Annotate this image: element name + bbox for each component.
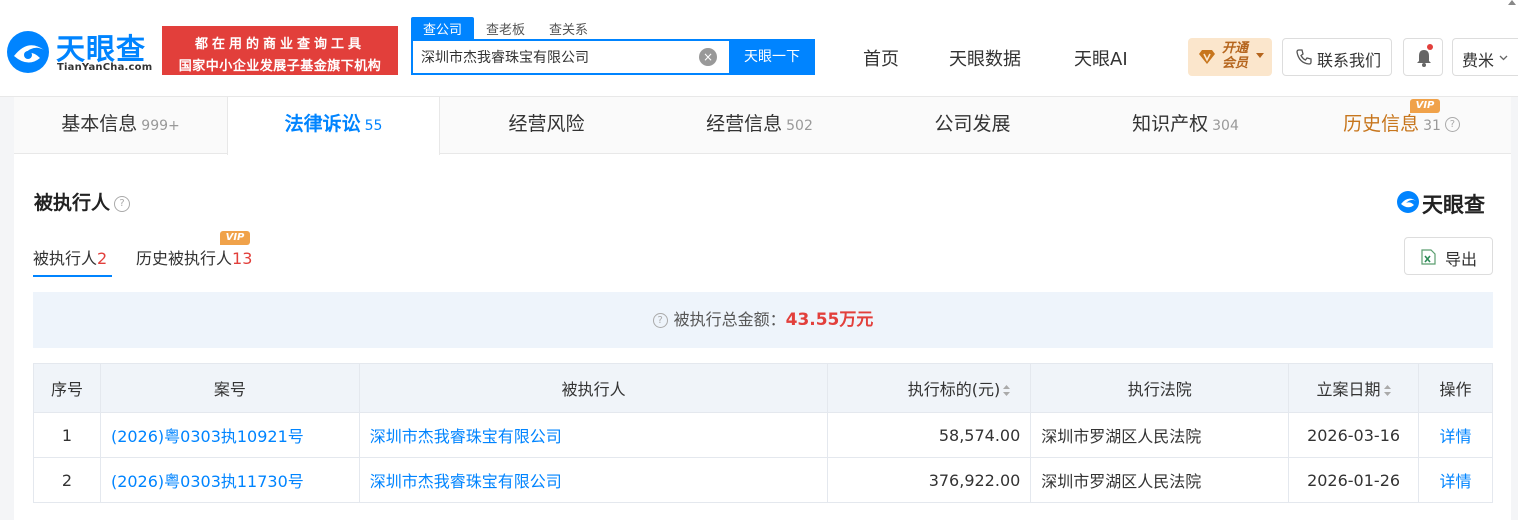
search-box: × <box>411 39 729 75</box>
tab-business-info[interactable]: 经营信息 502 <box>653 97 866 154</box>
chevron-down-icon <box>1499 55 1508 61</box>
detail-link[interactable]: 详情 <box>1418 457 1493 503</box>
excel-icon <box>1421 249 1436 265</box>
search-tab-relation[interactable]: 查关系 <box>537 17 600 39</box>
nav-tianyan-ai[interactable]: 天眼AI <box>1074 45 1128 71</box>
table-row: 1 (2026)粤0303执10921号 深圳市杰我睿珠宝有限公司 58,574… <box>33 412 1493 458</box>
chevron-down-icon <box>1256 53 1264 58</box>
subtab-executed-person[interactable]: 被执行人2 <box>33 245 107 269</box>
col-header-no: 序号 <box>33 363 101 413</box>
row-no: 1 <box>33 412 101 458</box>
username: 费米 <box>1462 51 1495 70</box>
case-number-link[interactable]: (2026)粤0303执10921号 <box>99 412 360 458</box>
table-header-row: 序号 案号 被执行人 执行标的(元) 执行法院 立案日期 操作 <box>33 363 1493 413</box>
sort-icon <box>1003 385 1011 396</box>
vip-label: 开通 会员 <box>1222 41 1249 71</box>
logo-domain: TianYanCha.com <box>57 62 153 73</box>
executed-person-table: 序号 案号 被执行人 执行标的(元) 执行法院 立案日期 操作 1 (2026)… <box>33 363 1493 503</box>
filing-date: 2026-03-16 <box>1288 412 1420 458</box>
col-header-action: 操作 <box>1418 363 1493 413</box>
sort-icon <box>1383 385 1391 396</box>
tab-basic-info[interactable]: 基本信息 999+ <box>14 97 227 154</box>
diamond-icon <box>1199 50 1215 64</box>
search-button[interactable]: 天眼一下 <box>729 39 815 75</box>
export-button[interactable]: 导出 <box>1404 237 1493 275</box>
logo-eye-icon <box>1397 191 1419 213</box>
company-tabs: 基本信息 999+ 法律诉讼 55 经营风险 经营信息 502 公司发展 知识产权 30… <box>14 97 1511 155</box>
execution-amount: 376,922.00 <box>827 457 1032 503</box>
section-title: 被执行人? <box>34 188 131 215</box>
table-row: 2 (2026)粤0303执11730号 深圳市杰我睿珠宝有限公司 376,92… <box>33 457 1493 503</box>
col-header-executed-party: 被执行人 <box>358 363 829 413</box>
detail-link[interactable]: 详情 <box>1418 412 1493 458</box>
contact-us-label: 联系我们 <box>1317 51 1382 70</box>
scrollbar-up-arrow[interactable] <box>1508 0 1516 5</box>
bell-icon <box>1417 50 1431 67</box>
executed-party-link[interactable]: 深圳市杰我睿珠宝有限公司 <box>358 412 829 458</box>
court-name: 深圳市罗湖区人民法院 <box>1030 457 1290 503</box>
vip-badge: VIP <box>220 231 250 245</box>
slogan-line-1: 都在用的商业查询工具 <box>194 37 365 52</box>
help-icon[interactable]: ? <box>114 195 131 212</box>
export-label: 导出 <box>1445 250 1478 269</box>
execution-amount: 58,574.00 <box>827 412 1032 458</box>
slogan-line-2: 国家中小企业发展子基金旗下机构 <box>178 59 382 74</box>
total-amount-summary: ? 被执行总金额：43.55万元 <box>33 292 1493 348</box>
content-card: 基本信息 999+ 法律诉讼 55 经营风险 经营信息 502 公司发展 知识产权 30… <box>14 97 1511 520</box>
search-input[interactable] <box>421 47 691 67</box>
nav-home[interactable]: 首页 <box>863 45 899 71</box>
filing-date: 2026-01-26 <box>1288 457 1420 503</box>
tab-legal-litigation[interactable]: 法律诉讼 55 <box>227 97 440 155</box>
top-header: 天眼查 TianYanCha.com 都在用的商业查询工具 国家中小企业发展子基… <box>0 0 1518 97</box>
col-header-filing-date[interactable]: 立案日期 <box>1288 363 1420 413</box>
notifications-button[interactable] <box>1403 38 1443 76</box>
search-tab-company[interactable]: 查公司 <box>411 17 475 39</box>
tab-company-development[interactable]: 公司发展 <box>866 97 1079 154</box>
search-tab-boss[interactable]: 查老板 <box>474 17 537 39</box>
user-menu-button[interactable]: 费米 <box>1452 38 1518 76</box>
logo-eye-icon <box>7 31 49 73</box>
phone-icon <box>1296 49 1312 65</box>
vip-badge: VIP <box>1410 99 1440 113</box>
open-vip-button[interactable]: 开通 会员 <box>1188 38 1272 76</box>
nav-tianyan-data[interactable]: 天眼数据 <box>949 45 1021 71</box>
summary-label: 被执行总金额： <box>673 310 786 329</box>
tab-business-risk[interactable]: 经营风险 <box>440 97 653 154</box>
tianyancha-watermark-logo: 天眼查 <box>1396 189 1496 217</box>
court-name: 深圳市罗湖区人民法院 <box>1030 412 1290 458</box>
executed-party-link[interactable]: 深圳市杰我睿珠宝有限公司 <box>358 457 829 503</box>
slogan-banner: 都在用的商业查询工具 国家中小企业发展子基金旗下机构 <box>162 26 398 75</box>
row-no: 2 <box>33 457 101 503</box>
help-icon[interactable]: ? <box>652 313 668 328</box>
col-header-case-no: 案号 <box>99 363 360 413</box>
case-number-link[interactable]: (2026)粤0303执11730号 <box>99 457 360 503</box>
contact-us-button[interactable]: 联系我们 <box>1282 38 1392 76</box>
tab-intellectual-property[interactable]: 知识产权 304 <box>1079 97 1292 154</box>
summary-amount: 43.55万元 <box>785 310 874 330</box>
active-subtab-indicator <box>33 275 112 277</box>
col-header-court: 执行法院 <box>1030 363 1290 413</box>
help-icon[interactable]: ? <box>1444 117 1460 132</box>
search-mode-tabs: 查公司 查老板 查关系 <box>411 17 600 39</box>
tab-history-info[interactable]: 历史信息 31? <box>1292 97 1511 154</box>
col-header-amount[interactable]: 执行标的(元) <box>827 363 1032 413</box>
notification-dot <box>1427 44 1433 50</box>
subtab-history-executed-person[interactable]: 历史被执行人13 <box>136 245 252 269</box>
clear-search-icon[interactable]: × <box>699 48 717 66</box>
tianyancha-logo[interactable]: 天眼查 TianYanCha.com <box>4 24 154 79</box>
